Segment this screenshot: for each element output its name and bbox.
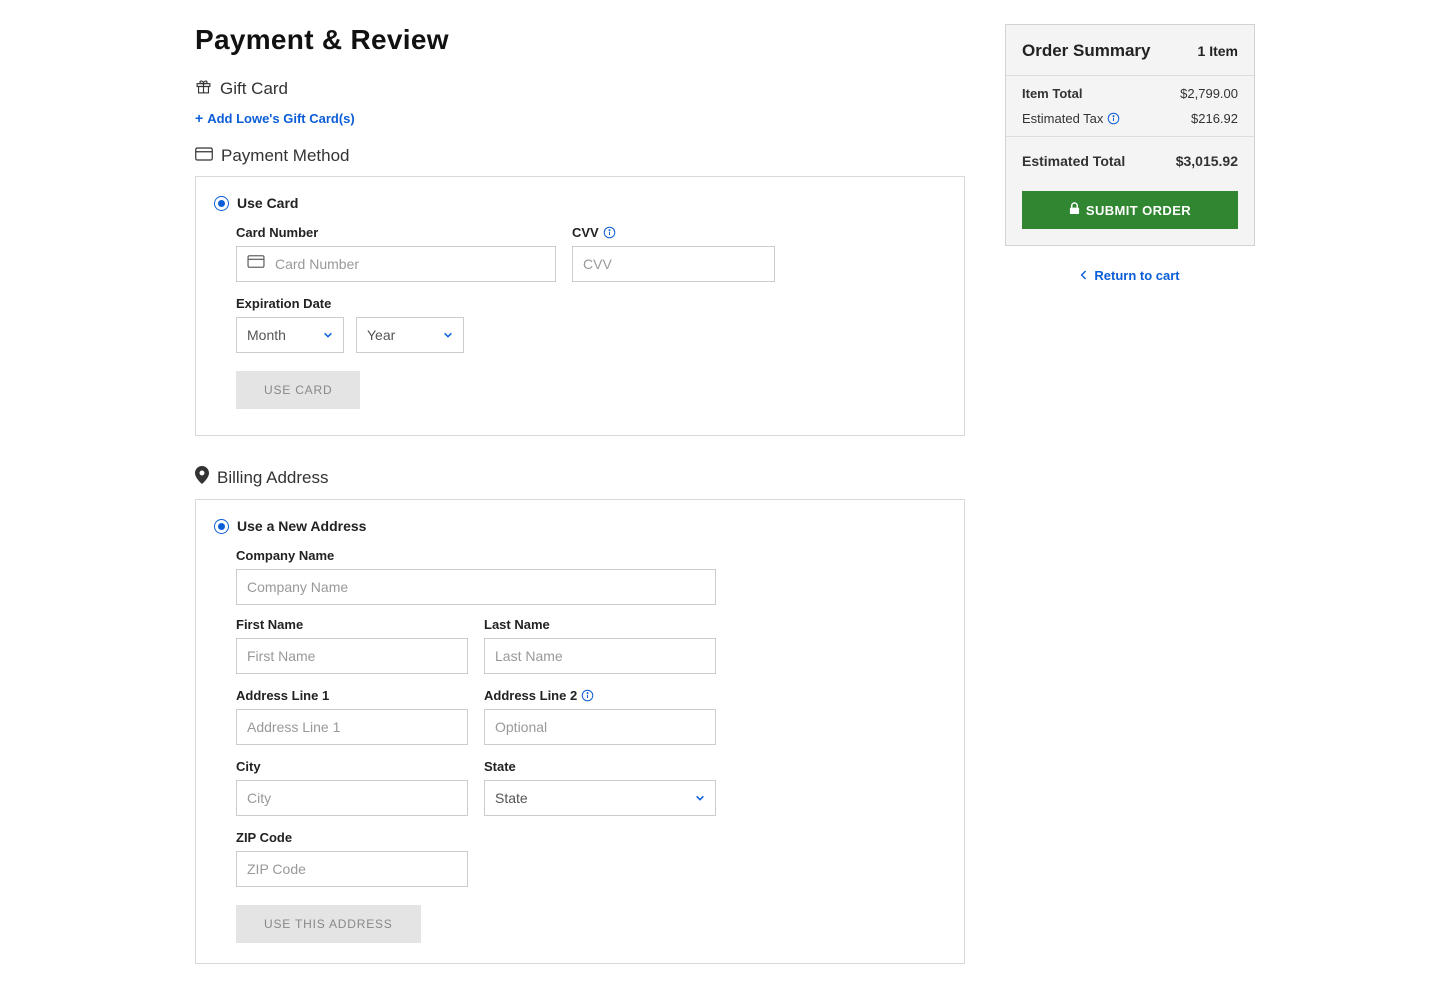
billing-section-header: Billing Address	[195, 466, 965, 489]
order-summary-box: Order Summary 1 Item Item Total $2,799.0…	[1005, 24, 1255, 246]
add-gift-card-label: Add Lowe's Gift Card(s)	[207, 111, 355, 126]
gift-card-section-header: Gift Card	[195, 78, 965, 100]
chevron-down-icon	[323, 327, 333, 343]
last-name-label: Last Name	[484, 617, 716, 632]
plus-icon: +	[195, 110, 203, 126]
address2-input[interactable]	[484, 709, 716, 745]
location-pin-icon	[195, 466, 209, 489]
year-select[interactable]: Year	[356, 317, 464, 353]
return-to-cart-label: Return to cart	[1094, 268, 1179, 283]
use-new-address-radio[interactable]	[214, 519, 229, 534]
payment-method-heading: Payment Method	[221, 146, 350, 166]
use-card-button[interactable]: USE CARD	[236, 371, 360, 409]
zip-input[interactable]	[236, 851, 468, 887]
use-new-address-label: Use a New Address	[237, 518, 366, 534]
tax-value: $216.92	[1191, 111, 1238, 126]
chevron-left-icon	[1080, 268, 1088, 283]
est-total-value: $3,015.92	[1176, 153, 1238, 169]
card-number-input[interactable]	[265, 247, 545, 281]
item-total-label: Item Total	[1022, 86, 1082, 101]
page-title: Payment & Review	[195, 24, 965, 56]
expiration-label: Expiration Date	[236, 296, 946, 311]
card-small-icon	[247, 255, 265, 273]
order-summary-item-count: 1 Item	[1198, 43, 1238, 59]
info-icon[interactable]	[603, 226, 616, 239]
last-name-input[interactable]	[484, 638, 716, 674]
month-select[interactable]: Month	[236, 317, 344, 353]
first-name-label: First Name	[236, 617, 468, 632]
company-label: Company Name	[236, 548, 946, 563]
payment-method-section-header: Payment Method	[195, 146, 965, 166]
card-number-field-wrap	[236, 246, 556, 282]
state-label: State	[484, 759, 716, 774]
first-name-input[interactable]	[236, 638, 468, 674]
order-summary-heading: Order Summary	[1022, 41, 1151, 61]
est-total-label: Estimated Total	[1022, 153, 1125, 169]
use-card-radio-label: Use Card	[237, 195, 298, 211]
state-select[interactable]: State	[484, 780, 716, 816]
lock-icon	[1069, 202, 1080, 218]
cvv-label: CVV	[572, 225, 775, 240]
info-icon[interactable]	[1107, 112, 1120, 125]
submit-order-button[interactable]: SUBMIT ORDER	[1022, 191, 1238, 229]
state-select-value: State	[495, 790, 528, 806]
credit-card-icon	[195, 146, 213, 166]
chevron-down-icon	[695, 790, 705, 806]
use-card-radio[interactable]	[214, 196, 229, 211]
address1-label: Address Line 1	[236, 688, 468, 703]
use-address-button[interactable]: USE THIS ADDRESS	[236, 905, 421, 943]
add-gift-card-link[interactable]: + Add Lowe's Gift Card(s)	[195, 110, 355, 126]
return-to-cart-link[interactable]: Return to cart	[1005, 268, 1255, 283]
zip-label: ZIP Code	[236, 830, 946, 845]
chevron-down-icon	[443, 327, 453, 343]
city-input[interactable]	[236, 780, 468, 816]
billing-heading: Billing Address	[217, 468, 329, 488]
address1-input[interactable]	[236, 709, 468, 745]
billing-box: Use a New Address Company Name First Nam…	[195, 499, 965, 964]
year-select-value: Year	[367, 327, 395, 343]
info-icon[interactable]	[581, 689, 594, 702]
submit-order-label: SUBMIT ORDER	[1086, 203, 1191, 218]
item-total-value: $2,799.00	[1180, 86, 1238, 101]
company-input[interactable]	[236, 569, 716, 605]
gift-icon	[195, 78, 212, 100]
address2-label: Address Line 2	[484, 688, 716, 703]
payment-method-box: Use Card Card Number	[195, 176, 965, 436]
gift-card-heading: Gift Card	[220, 79, 288, 99]
card-number-label: Card Number	[236, 225, 556, 240]
city-label: City	[236, 759, 468, 774]
cvv-input[interactable]	[572, 246, 775, 282]
month-select-value: Month	[247, 327, 286, 343]
tax-label: Estimated Tax	[1022, 111, 1103, 126]
